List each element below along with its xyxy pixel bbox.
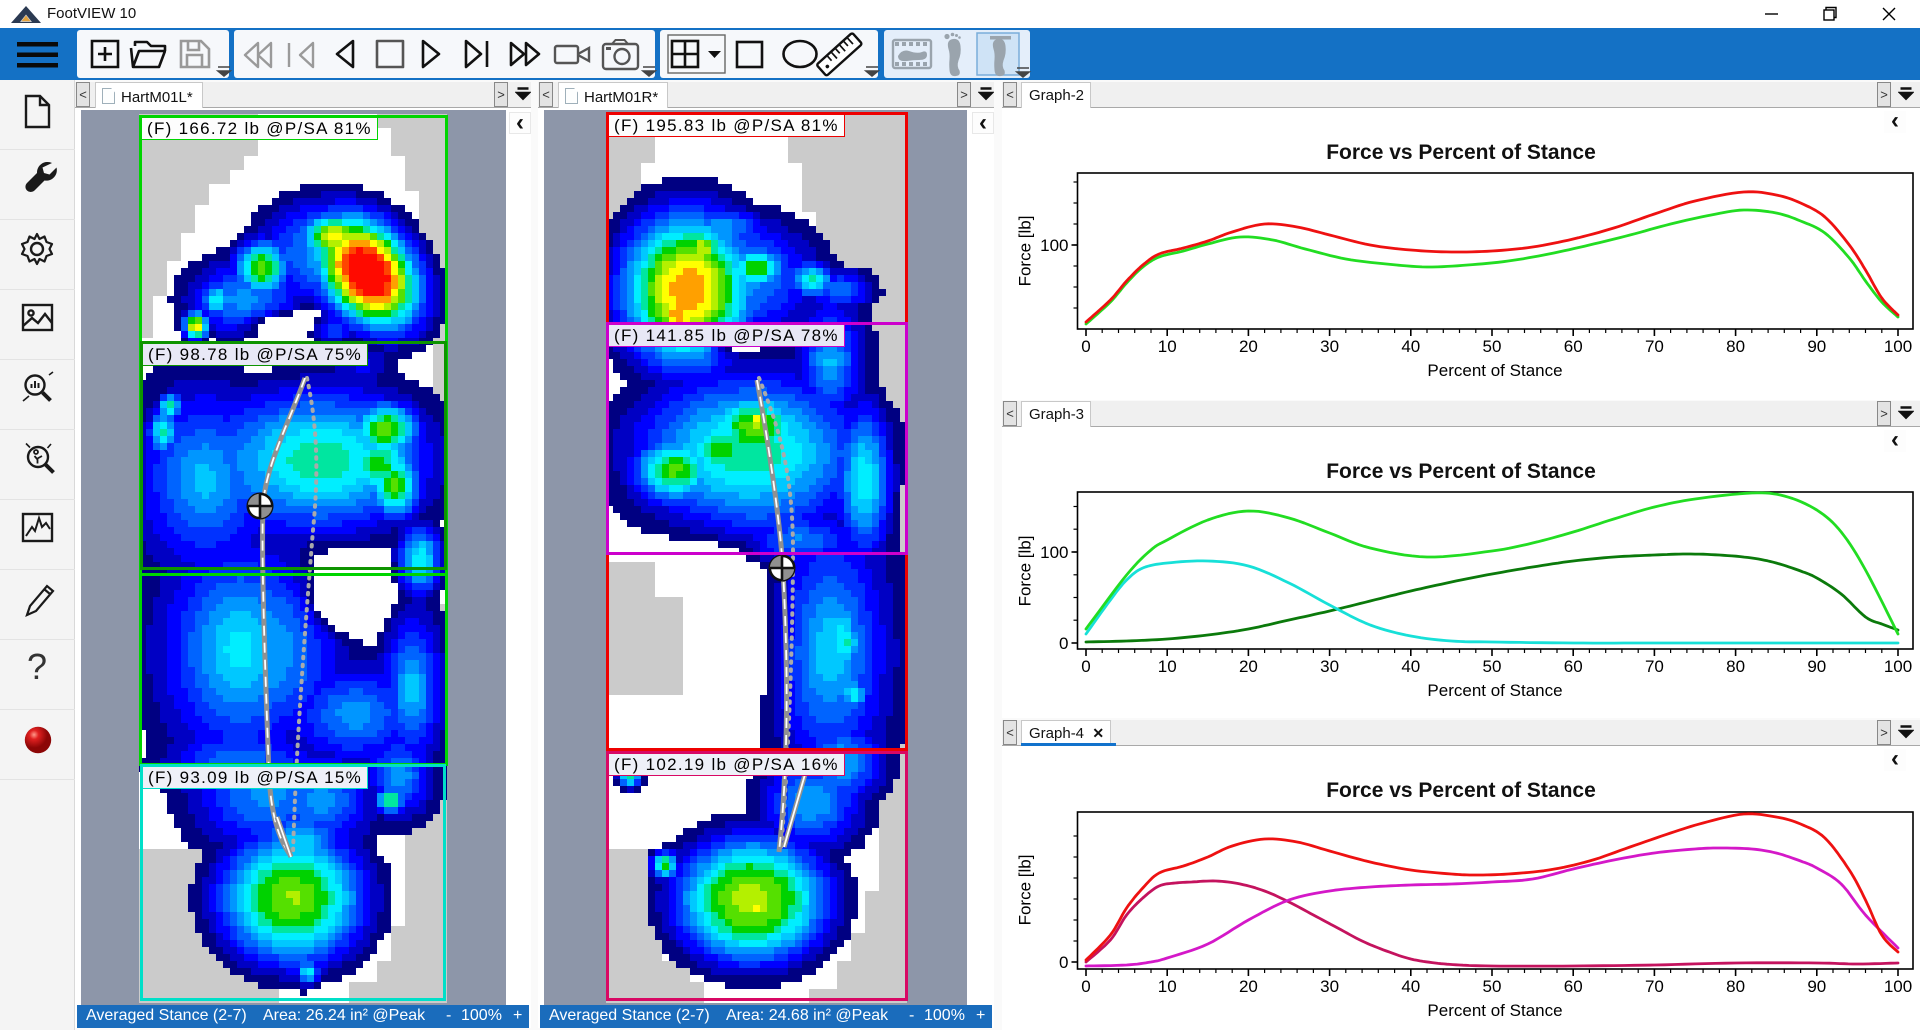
- svg-text:30: 30: [1320, 657, 1339, 676]
- svg-text:100: 100: [1884, 657, 1912, 676]
- svg-text:20: 20: [1239, 977, 1258, 996]
- svg-text:60: 60: [1564, 337, 1583, 356]
- svg-text:10: 10: [1158, 657, 1177, 676]
- svg-text:0: 0: [1081, 977, 1090, 996]
- svg-text:90: 90: [1807, 977, 1826, 996]
- svg-text:40: 40: [1401, 657, 1420, 676]
- svg-text:30: 30: [1320, 337, 1339, 356]
- svg-text:100: 100: [1040, 543, 1068, 562]
- svg-text:90: 90: [1807, 337, 1826, 356]
- svg-text:50: 50: [1483, 657, 1502, 676]
- svg-text:80: 80: [1726, 657, 1745, 676]
- svg-text:70: 70: [1645, 657, 1664, 676]
- svg-text:30: 30: [1320, 977, 1339, 996]
- svg-text:Force [lb]: Force [lb]: [1016, 536, 1035, 607]
- svg-text:10: 10: [1158, 977, 1177, 996]
- svg-text:0: 0: [1059, 953, 1068, 972]
- svg-text:Percent of Stance: Percent of Stance: [1427, 681, 1562, 700]
- svg-text:60: 60: [1564, 977, 1583, 996]
- svg-text:100: 100: [1884, 977, 1912, 996]
- svg-text:20: 20: [1239, 657, 1258, 676]
- svg-text:Force [lb]: Force [lb]: [1016, 855, 1035, 926]
- svg-text:0: 0: [1059, 634, 1068, 653]
- svg-text:40: 40: [1401, 977, 1420, 996]
- svg-text:60: 60: [1564, 657, 1583, 676]
- svg-text:40: 40: [1401, 337, 1420, 356]
- svg-text:Force [lb]: Force [lb]: [1016, 216, 1035, 287]
- svg-text:100: 100: [1040, 236, 1068, 255]
- svg-text:50: 50: [1483, 977, 1502, 996]
- svg-text:50: 50: [1483, 337, 1502, 356]
- svg-text:90: 90: [1807, 657, 1826, 676]
- svg-text:100: 100: [1884, 337, 1912, 356]
- svg-text:0: 0: [1081, 657, 1090, 676]
- svg-text:70: 70: [1645, 977, 1664, 996]
- svg-text:10: 10: [1158, 337, 1177, 356]
- svg-text:20: 20: [1239, 337, 1258, 356]
- svg-text:70: 70: [1645, 337, 1664, 356]
- svg-text:0: 0: [1081, 337, 1090, 356]
- svg-text:Percent of Stance: Percent of Stance: [1427, 361, 1562, 380]
- svg-text:Percent of Stance: Percent of Stance: [1427, 1001, 1562, 1020]
- svg-text:?: ?: [27, 646, 47, 687]
- svg-text:80: 80: [1726, 337, 1745, 356]
- svg-text:80: 80: [1726, 977, 1745, 996]
